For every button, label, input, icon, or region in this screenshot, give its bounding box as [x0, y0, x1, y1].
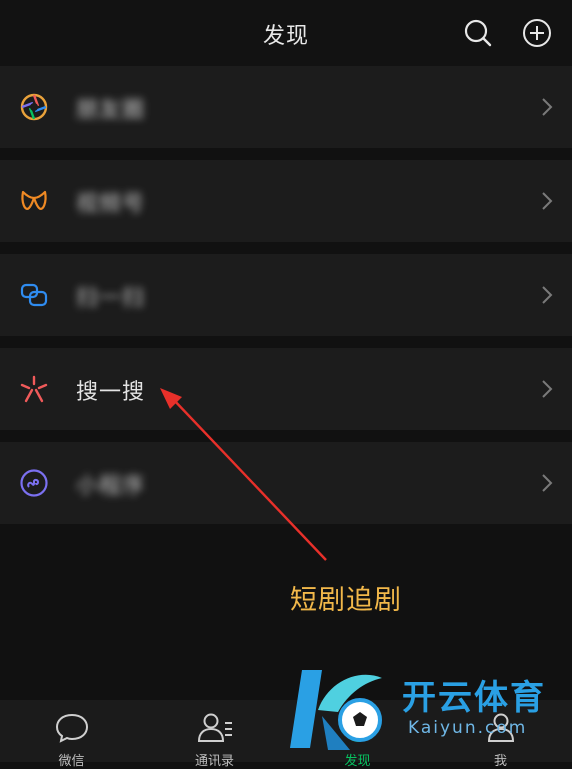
chevron-right-icon [542, 474, 553, 492]
search-icon[interactable] [463, 18, 493, 48]
scan-icon [20, 283, 48, 307]
mini-program-icon [20, 469, 48, 497]
menu-item-label: 扫一扫 [76, 286, 146, 311]
watermark-title: 开云体育 [402, 678, 546, 718]
plus-circle-icon[interactable] [522, 18, 552, 48]
chevron-right-icon [542, 98, 553, 116]
menu-item-label: 小程序 [76, 474, 146, 499]
chevron-right-icon [542, 192, 553, 210]
contacts-icon [197, 713, 232, 742]
menu-item-search[interactable]: 搜一搜 [0, 348, 572, 430]
menu-item-channels[interactable]: 视频号 [0, 160, 572, 242]
moments-aperture-icon [20, 93, 48, 121]
tab-contacts[interactable]: 通讯录 [143, 700, 286, 769]
menu-item-label: 朋友圈 [76, 98, 146, 123]
menu-item-scan[interactable]: 扫一扫 [0, 254, 572, 336]
menu-item-mini-programs[interactable]: 小程序 [0, 442, 572, 524]
search-star-icon [20, 375, 48, 403]
menu-item-label: 搜一搜 [76, 380, 146, 405]
annotation-text: 短剧追剧 [290, 585, 402, 616]
chevron-right-icon [542, 380, 553, 398]
chat-icon [55, 713, 88, 743]
top-header: 发现 [0, 0, 572, 66]
channels-icon [21, 190, 47, 210]
tab-label: 通讯录 [194, 754, 234, 769]
tab-label: 微信 [58, 754, 85, 769]
watermark-logo-icon [290, 670, 382, 750]
watermark: 开云体育 Kaiyun.com [284, 660, 572, 762]
tab-chats[interactable]: 微信 [0, 700, 143, 769]
menu-item-moments[interactable]: 朋友圈 [0, 66, 572, 148]
chevron-right-icon [542, 286, 553, 304]
menu-item-label: 视频号 [76, 192, 146, 217]
watermark-subtitle: Kaiyun.com [408, 718, 528, 738]
